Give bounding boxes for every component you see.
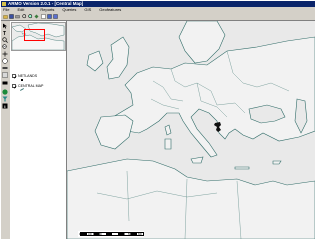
flag-icon[interactable] xyxy=(2,81,8,87)
info-icon[interactable] xyxy=(2,58,8,64)
zoom-icon[interactable] xyxy=(2,37,8,43)
scale-label: 500 xyxy=(128,233,132,236)
menu-reports[interactable]: Reports xyxy=(40,7,54,12)
layer-netlands-symbol xyxy=(21,79,23,81)
layer-central-map-symbol xyxy=(20,88,24,91)
text-icon[interactable]: T xyxy=(2,30,8,37)
table-icon[interactable] xyxy=(53,14,58,19)
print-icon[interactable] xyxy=(15,14,20,19)
window-title: ARMO Version 2.0.1 - [Central Map] xyxy=(8,1,84,6)
menu-gis[interactable]: GIS xyxy=(84,7,91,12)
identify-icon[interactable] xyxy=(41,14,46,19)
measure-icon[interactable] xyxy=(2,65,8,71)
scale-label: 100 xyxy=(88,233,92,236)
scale-bar: 0 100 200 300 400 500 600 xyxy=(78,231,144,237)
filter-icon[interactable] xyxy=(2,96,8,102)
menu-edit[interactable]: Edit xyxy=(17,7,24,12)
legend-panel: NETLANDS CENTRAL MAP xyxy=(10,21,67,239)
scale-label: 300 xyxy=(108,233,112,236)
svg-text:T: T xyxy=(3,31,6,36)
layer-netlands-checkbox[interactable] xyxy=(12,74,17,79)
tool-palette: T i xyxy=(1,21,9,239)
globe-icon[interactable] xyxy=(2,89,8,95)
zoom-out-icon[interactable] xyxy=(28,14,33,19)
toolbar xyxy=(1,13,315,21)
scale-label: 400 xyxy=(118,233,122,236)
menu-queries[interactable]: Queries xyxy=(62,7,76,12)
overview-map[interactable] xyxy=(11,22,66,51)
map-marker[interactable] xyxy=(214,122,222,132)
extent-rectangle[interactable] xyxy=(24,29,45,41)
zoom-out-icon[interactable] xyxy=(2,44,8,50)
open-icon[interactable] xyxy=(3,14,8,19)
scale-label: 600 xyxy=(138,233,142,236)
layer-central-map-checkbox[interactable] xyxy=(12,84,17,89)
info-i-icon[interactable]: i xyxy=(2,103,8,109)
pan-icon[interactable] xyxy=(34,14,39,19)
layers-icon[interactable] xyxy=(47,14,52,19)
app-window: ARMO Version 2.0.1 - [Central Map] File E… xyxy=(1,1,315,239)
basemap xyxy=(67,21,315,239)
save-icon[interactable] xyxy=(9,14,14,19)
menu-file[interactable]: File xyxy=(3,7,9,12)
scale-label: 0 xyxy=(79,233,81,236)
layer-netlands-label: NETLANDS xyxy=(18,74,38,78)
select-icon[interactable] xyxy=(2,23,8,29)
menu-geofeatures[interactable]: Geofeatures xyxy=(99,7,121,12)
zoom-in-icon[interactable] xyxy=(22,14,27,19)
app-icon xyxy=(2,2,6,6)
map-view[interactable]: 0 100 200 300 400 500 600 xyxy=(67,21,315,239)
scale-label: 200 xyxy=(98,233,102,236)
grid-icon[interactable] xyxy=(2,72,8,78)
layer-central-map-label: CENTRAL MAP xyxy=(18,84,44,88)
pan-icon[interactable] xyxy=(2,51,8,57)
